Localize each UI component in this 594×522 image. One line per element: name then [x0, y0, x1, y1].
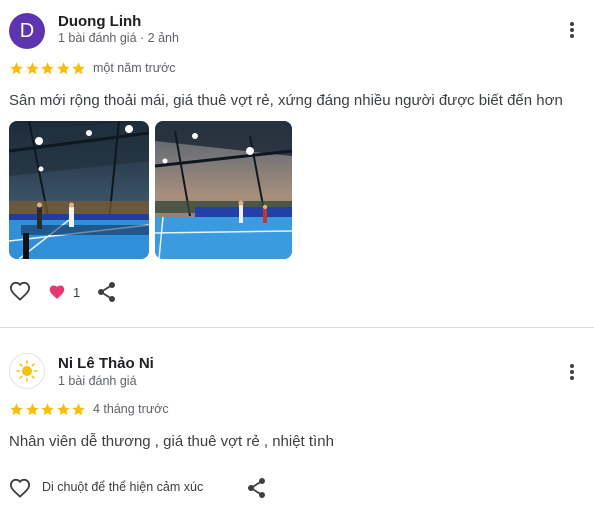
reaction-heart[interactable]: [48, 284, 66, 300]
reviewer-name[interactable]: Ni Lê Thảo Ni: [58, 355, 154, 372]
star-icon: [72, 62, 85, 75]
heart-icon: [49, 285, 65, 299]
reviewer-meta: 1 bài đánh giá: [58, 374, 137, 388]
star-icon: [56, 62, 70, 75]
reviewer-meta: 1 bài đánh giá · 2 ảnh: [58, 31, 179, 45]
more-options-button[interactable]: [568, 20, 576, 40]
like-button[interactable]: [9, 478, 31, 498]
review-card: D Duong Linh 1 bài đánh giá · 2 ảnh một …: [0, 0, 594, 327]
star-icon: [10, 403, 23, 416]
star-icon: [41, 62, 54, 75]
more-options-button[interactable]: [568, 362, 576, 382]
review-time: 4 tháng trước: [93, 402, 169, 416]
share-button[interactable]: [247, 477, 267, 499]
reviewer-name[interactable]: Duong Linh: [58, 13, 141, 30]
review-text: Sân mới rộng thoải mái, giá thuê vợt rẻ,…: [9, 92, 563, 109]
star-icon: [72, 403, 85, 416]
pickleball-court-photo: [9, 121, 149, 259]
reaction-hint: Di chuột để thể hiện cảm xúc: [42, 480, 204, 494]
star-rating: [9, 61, 87, 76]
star-icon: [41, 403, 54, 416]
share-icon: [248, 478, 265, 498]
review-photo[interactable]: [9, 121, 149, 259]
heart-outline-icon: [9, 281, 31, 301]
avatar[interactable]: [9, 353, 45, 389]
review-photo[interactable]: [155, 121, 292, 259]
heart-outline-icon: [9, 478, 31, 498]
review-time: một năm trước: [93, 61, 176, 75]
avatar[interactable]: D: [9, 13, 45, 49]
share-button[interactable]: [97, 281, 117, 303]
review-text: Nhân viên dễ thương , giá thuê vợt rẻ , …: [9, 433, 334, 450]
review-divider: [0, 327, 594, 328]
share-icon: [98, 282, 115, 302]
star-rating: [9, 402, 87, 417]
star-icon: [56, 403, 70, 416]
reaction-count: 1: [73, 285, 81, 300]
star-icon: [25, 62, 39, 75]
star-icon: [10, 62, 23, 75]
sun-icon: [16, 360, 38, 382]
pickleball-court-photo: [155, 121, 292, 259]
star-icon: [25, 403, 39, 416]
like-button[interactable]: [9, 281, 31, 301]
